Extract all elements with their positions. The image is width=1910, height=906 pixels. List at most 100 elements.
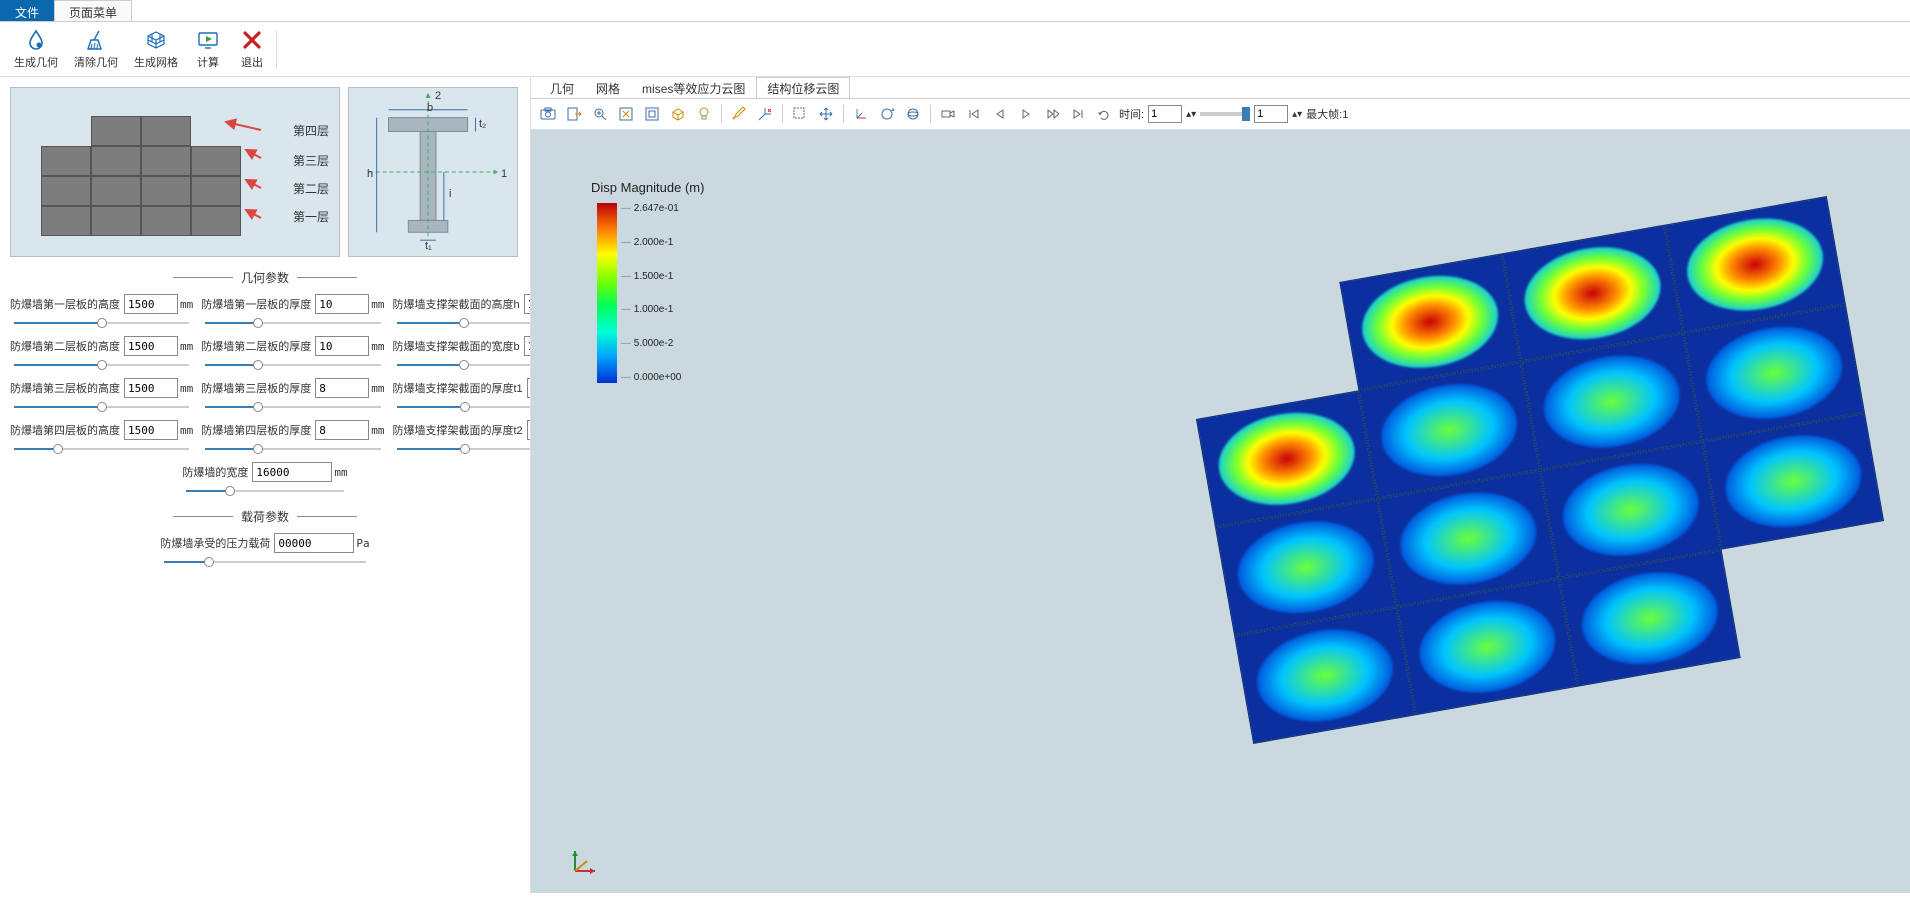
ribbon-toolbar: 生成几何 清除几何 生成网格 计算 退出 [0, 22, 1910, 77]
tab-mesh[interactable]: 网格 [585, 77, 631, 98]
param-unit: mm [371, 340, 384, 353]
param-input-l1h[interactable] [124, 294, 178, 314]
param-slider-l1t[interactable] [205, 316, 380, 330]
param-slider-l4t[interactable] [205, 442, 380, 456]
param-input-width[interactable] [252, 462, 332, 482]
viewport-3d[interactable]: Disp Magnitude (m) 2.647e-012.000e-11.50… [531, 130, 1910, 893]
pan-icon[interactable] [815, 103, 837, 125]
param-slider-l3h[interactable] [14, 400, 189, 414]
viewport-toolbar: 时间: ▴▾ ▴▾ 最大帧:1 [531, 99, 1910, 130]
param-input-l3t[interactable] [315, 378, 369, 398]
axes-delete-icon[interactable] [754, 103, 776, 125]
tab-page-menu[interactable]: 页面菜单 [54, 0, 132, 21]
compute-button[interactable]: 计算 [186, 26, 230, 72]
param-label: 防爆墙第四层板的高度 [10, 422, 120, 438]
frame-input[interactable] [1254, 105, 1288, 123]
legend-tick: 2.000e-1 [621, 237, 681, 248]
tab-displacement[interactable]: 结构位移云图 [756, 77, 850, 98]
param-row: 防爆墙的宽度mm [10, 462, 520, 498]
param-slider-l1h[interactable] [14, 316, 189, 330]
app-top-tabs: 文件 页面菜单 [0, 0, 1910, 22]
layer4-label: 第四层 [293, 122, 329, 139]
close-x-icon [240, 28, 264, 52]
param-unit: mm [371, 382, 384, 395]
param-slider-st2[interactable] [397, 442, 531, 456]
layer3-label: 第三层 [293, 152, 329, 169]
camera-icon[interactable] [937, 103, 959, 125]
dim-h: h [367, 168, 373, 180]
param-input-l2h[interactable] [124, 336, 178, 356]
tab-file[interactable]: 文件 [0, 0, 54, 21]
param-slider-width[interactable] [186, 484, 343, 498]
param-sb: 防爆墙支撑架截面的宽度bmm [393, 336, 531, 372]
param-row: 防爆墙第四层板的高度mm防爆墙第四层板的厚度mm防爆墙支撑架截面的厚度t2mm [10, 420, 520, 456]
last-frame-icon[interactable] [1067, 103, 1089, 125]
param-slider-st1[interactable] [397, 400, 531, 414]
param-slider-sb[interactable] [397, 358, 531, 372]
clear-geometry-button[interactable]: 清除几何 [66, 26, 126, 72]
legend-tick: 2.647e-01 [621, 203, 681, 214]
axes-small-icon[interactable] [850, 103, 872, 125]
clear-geometry-label: 清除几何 [74, 54, 118, 70]
time-stepper[interactable]: ▴▾ [1186, 109, 1196, 120]
param-slider-pressure[interactable] [164, 555, 365, 569]
param-unit: mm [371, 298, 384, 311]
view-cube-icon[interactable] [667, 103, 689, 125]
param-l1t: 防爆墙第一层板的厚度mm [201, 294, 384, 330]
rotate-icon[interactable] [876, 103, 898, 125]
param-row: 防爆墙承受的压力载荷Pa [10, 533, 520, 569]
param-l3t: 防爆墙第三层板的厚度mm [201, 378, 384, 414]
export-icon[interactable] [563, 103, 585, 125]
param-slider-l2t[interactable] [205, 358, 380, 372]
layer1-label: 第一层 [293, 208, 329, 225]
param-unit: mm [371, 424, 384, 437]
tab-mises[interactable]: mises等效应力云图 [631, 77, 756, 98]
param-input-l4h[interactable] [124, 420, 178, 440]
select-rect-icon[interactable] [789, 103, 811, 125]
param-unit: Pa [356, 537, 369, 550]
screenshot-icon[interactable] [537, 103, 559, 125]
param-label: 防爆墙第二层板的高度 [10, 338, 120, 354]
play-screen-icon [196, 28, 220, 52]
param-label: 防爆墙第一层板的高度 [10, 296, 120, 312]
param-l3h: 防爆墙第三层板的高度mm [10, 378, 193, 414]
frame-stepper[interactable]: ▴▾ [1292, 109, 1302, 120]
time-slider[interactable] [1200, 112, 1250, 116]
loop-icon[interactable] [1093, 103, 1115, 125]
param-unit: mm [180, 382, 193, 395]
time-input[interactable] [1148, 105, 1182, 123]
next-frame-icon[interactable] [1041, 103, 1063, 125]
exit-button[interactable]: 退出 [230, 26, 274, 72]
param-input-l3h[interactable] [124, 378, 178, 398]
tab-geometry[interactable]: 几何 [539, 77, 585, 98]
wall-layers-diagram: 第四层 第三层 第二层 第一层 [10, 87, 340, 257]
param-slider-l4h[interactable] [14, 442, 189, 456]
param-input-l4t[interactable] [315, 420, 369, 440]
play-icon[interactable] [1015, 103, 1037, 125]
legend-tick: 5.000e-2 [621, 338, 681, 349]
zoom-fit-icon[interactable] [641, 103, 663, 125]
zoom-icon[interactable] [589, 103, 611, 125]
lightbulb-icon[interactable] [693, 103, 715, 125]
zoom-box-icon[interactable] [615, 103, 637, 125]
param-row: 防爆墙第一层板的高度mm防爆墙第一层板的厚度mm 防爆墙支撑架截面的高度h mm [10, 294, 520, 330]
param-label: 防爆墙第二层板的厚度 [201, 338, 311, 354]
param-slider-l3t[interactable] [205, 400, 380, 414]
param-input-l1t[interactable] [315, 294, 369, 314]
param-slider-l2h[interactable] [14, 358, 189, 372]
param-input-l2t[interactable] [315, 336, 369, 356]
generate-geometry-label: 生成几何 [14, 54, 58, 70]
generate-geometry-button[interactable]: 生成几何 [6, 26, 66, 72]
viewport-tabs: 几何 网格 mises等效应力云图 结构位移云图 [531, 77, 1910, 99]
generate-mesh-button[interactable]: 生成网格 [126, 26, 186, 72]
param-slider-sh[interactable] [397, 316, 531, 330]
orbit-icon[interactable] [902, 103, 924, 125]
brush-icon[interactable] [728, 103, 750, 125]
param-l1h: 防爆墙第一层板的高度mm [10, 294, 193, 330]
prev-frame-icon[interactable] [989, 103, 1011, 125]
first-frame-icon[interactable] [963, 103, 985, 125]
param-input-pressure[interactable] [274, 533, 354, 553]
ribbon-separator [276, 30, 277, 68]
exit-label: 退出 [241, 54, 263, 70]
param-label: 防爆墙支撑架截面的高度h [393, 296, 520, 312]
